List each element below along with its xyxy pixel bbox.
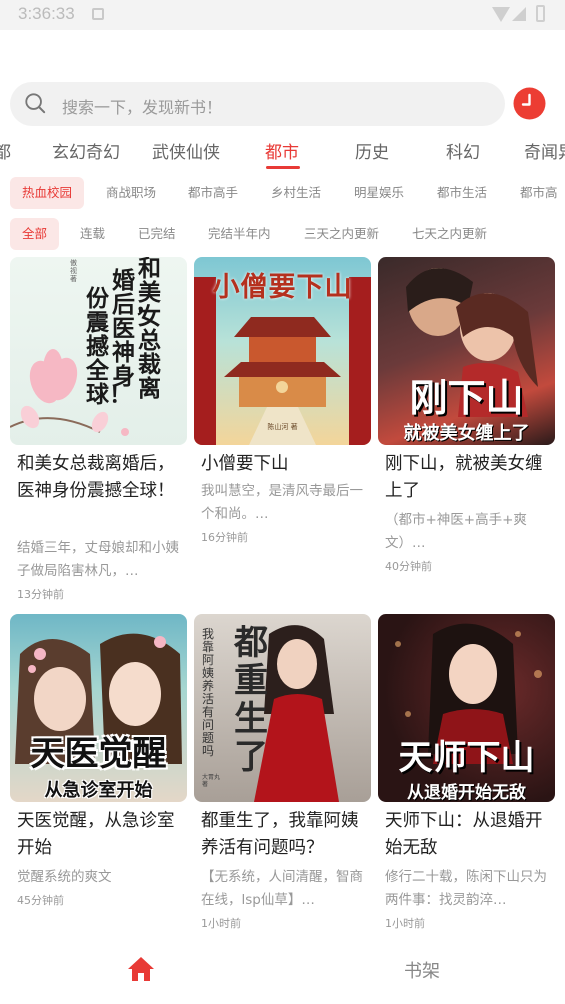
- book-cover: 和美女总裁离 婚后，医神身 份震撼全球！ 傲视 著: [10, 257, 187, 445]
- book-title: 小僧要下山: [201, 454, 289, 474]
- cover-title: 天师下山: [398, 738, 535, 778]
- cover-title-col2: 婚后，医神身: [112, 268, 158, 390]
- book-update-time: 1小时前: [385, 917, 425, 930]
- book-title: 天师下山：从退婚开始无敌: [385, 811, 543, 858]
- cover-author: 陈山河 著: [267, 423, 298, 431]
- cover-subtitle: 就被美女缠上了: [403, 423, 530, 444]
- tab-category[interactable]: 玄幻奇幻: [52, 138, 120, 163]
- book-card[interactable]: 都重生了 我靠阿姨养活有问题吗 大胃丸 著 都重生了，我靠阿姨养活有问题吗？ 【…: [194, 614, 371, 944]
- book-update-time: 40分钟前: [385, 560, 432, 573]
- cover-author: 大胃丸 著: [202, 774, 221, 788]
- cover-subtitle: 从急诊室开始: [44, 780, 153, 801]
- tab-category[interactable]: 奇闻异: [524, 138, 565, 163]
- book-description: 结婚三年，丈母娘却和小姨子做局陷害林凡，…: [17, 540, 179, 579]
- book-update-time: 1小时前: [201, 917, 241, 930]
- battery-icon: [536, 5, 545, 22]
- book-description: （都市+神医+高手+爽文）…: [385, 512, 527, 551]
- subcategory-tags: 热血校园 商战职场 都市高手 乡村生活 明星娱乐 都市生活 都市高: [0, 177, 565, 211]
- cover-title: 都重生了: [234, 623, 268, 777]
- status-chip[interactable]: 七天之内更新: [412, 218, 487, 250]
- cover-side-text: 我靠阿姨养活有问题吗: [202, 627, 215, 758]
- home-icon[interactable]: [127, 956, 155, 982]
- tag-chip[interactable]: 都市高手: [188, 177, 238, 209]
- status-bar: 3:36:33: [0, 0, 565, 30]
- tag-chip[interactable]: 明星娱乐: [354, 177, 404, 209]
- book-card[interactable]: 刚下山 就被美女缠上了 刚下山，就被美女缠上了 （都市+神医+高手+爽文）… 4…: [378, 257, 555, 607]
- book-description: 觉醒系统的爽文: [17, 869, 112, 885]
- search-bar[interactable]: 搜索一下，发现新书！: [10, 82, 505, 126]
- book-cover: 都重生了 我靠阿姨养活有问题吗 大胃丸 著: [194, 614, 371, 802]
- history-clock-icon[interactable]: [513, 87, 546, 120]
- status-chip[interactable]: 连载: [80, 218, 105, 250]
- book-description: 我叫慧空，是清风寺最后一个和尚。…: [201, 483, 363, 522]
- book-title: 刚下山，就被美女缠上了: [385, 454, 543, 501]
- book-cover: 小僧要下山 陈山河 著: [194, 257, 371, 445]
- active-tab-indicator: [266, 166, 300, 169]
- woman-illustration: [254, 625, 339, 802]
- tag-chip[interactable]: 都市生活: [437, 177, 487, 209]
- cover-title-col3: 份震撼全球！: [86, 286, 132, 408]
- bottom-navigation: [0, 944, 565, 1004]
- cover-title: 刚下山: [409, 376, 524, 420]
- book-description: 修行二十载，陈闲下山只为两件事：找灵韵淬…: [385, 869, 547, 908]
- tag-chip-active[interactable]: 热血校园: [10, 177, 85, 209]
- status-time: 3:36:33: [18, 4, 75, 23]
- status-filters: 全部 连载 已完结 完结半年内 三天之内更新 七天之内更新: [0, 218, 565, 250]
- bookshelf-tab[interactable]: 书架: [404, 957, 440, 983]
- tab-category[interactable]: 都: [0, 138, 11, 163]
- book-card[interactable]: 天师下山 从退婚开始无敌 天师下山：从退婚开始无敌 修行二十载，陈闲下山只为两件…: [378, 614, 555, 944]
- book-card[interactable]: 天医觉醒 从急诊室开始 天医觉醒，从急诊室开始 觉醒系统的爽文 45分钟前: [10, 614, 187, 934]
- tag-chip[interactable]: 都市高: [520, 177, 558, 209]
- book-cover: 天医觉醒 从急诊室开始: [10, 614, 187, 802]
- status-chip[interactable]: 完结半年内: [208, 218, 271, 250]
- book-cover: 天师下山 从退婚开始无敌: [378, 614, 555, 802]
- status-chip[interactable]: 三天之内更新: [304, 218, 379, 250]
- book-update-time: 16分钟前: [201, 531, 248, 544]
- tag-chip[interactable]: 商战职场: [106, 177, 156, 209]
- book-title: 和美女总裁离婚后，医神身份震撼全球！: [17, 454, 175, 501]
- book-update-time: 45分钟前: [17, 894, 64, 907]
- status-chip-active[interactable]: 全部: [10, 218, 60, 250]
- tab-category[interactable]: 科幻: [446, 138, 480, 163]
- book-card[interactable]: 小僧要下山 陈山河 著 小僧要下山 我叫慧空，是清风寺最后一个和尚。… 16分钟…: [194, 257, 371, 607]
- cover-author: 傲视 著: [70, 259, 77, 283]
- cover-title: 天医觉醒: [30, 734, 167, 774]
- book-title: 天医觉醒，从急诊室开始: [17, 811, 175, 858]
- tab-category[interactable]: 历史: [355, 138, 389, 163]
- signal-icon: [512, 7, 526, 21]
- cover-subtitle: 从退婚开始无敌: [407, 783, 526, 802]
- status-chip[interactable]: 已完结: [138, 218, 176, 250]
- book-card[interactable]: 和美女总裁离 婚后，医神身 份震撼全球！ 傲视 著 和美女总裁离婚后，医神身份震…: [10, 257, 187, 607]
- cover-title: 小僧要下山: [212, 272, 353, 303]
- tag-chip[interactable]: 乡村生活: [271, 177, 321, 209]
- cover-title-col1: 和美女总裁离: [138, 257, 161, 402]
- book-title: 都重生了，我靠阿姨养活有问题吗？: [201, 811, 359, 858]
- search-icon: [25, 93, 46, 114]
- tab-category[interactable]: 武侠仙侠: [152, 138, 220, 163]
- search-placeholder: 搜索一下，发现新书！: [62, 98, 223, 117]
- book-cover: 刚下山 就被美女缠上了: [378, 257, 555, 445]
- wifi-icon: [492, 7, 510, 22]
- notification-icon: [92, 8, 104, 20]
- book-update-time: 13分钟前: [17, 588, 64, 601]
- tab-category-active[interactable]: 都市: [265, 138, 299, 163]
- book-description: 【无系统，人间清醒，智商在线，lsp仙草】…: [201, 869, 363, 908]
